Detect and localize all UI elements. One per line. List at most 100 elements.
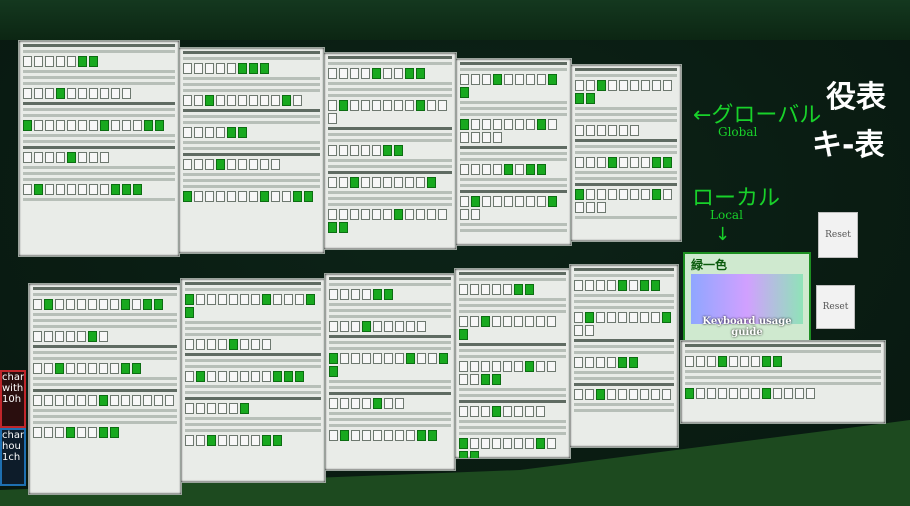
reset-button-bottom[interactable]: Reset bbox=[816, 285, 855, 329]
mahjong-tile-icon bbox=[328, 68, 337, 79]
mahjong-tile-icon bbox=[88, 299, 97, 310]
table-row-line bbox=[460, 107, 567, 110]
mahjong-tile-icon bbox=[471, 196, 480, 207]
mahjong-tile-icon bbox=[575, 157, 584, 168]
mahjong-tile-icon bbox=[585, 312, 594, 323]
mahjong-tile-icon bbox=[619, 189, 628, 200]
table-row-line bbox=[33, 319, 177, 322]
mahjong-tile-icon bbox=[405, 68, 414, 79]
table-row-line bbox=[329, 309, 451, 312]
table-row-line bbox=[183, 115, 320, 118]
mahjong-tile-icon bbox=[351, 321, 360, 332]
mahjong-tile-icon bbox=[548, 74, 557, 85]
mahjong-tile-icon bbox=[55, 395, 64, 406]
mahjong-tile-icon bbox=[630, 80, 639, 91]
mahjong-tile-icon bbox=[78, 184, 87, 195]
mahjong-tile-icon bbox=[482, 132, 491, 143]
mahjong-tile-icon bbox=[55, 427, 64, 438]
mahjong-tile-icon bbox=[329, 398, 338, 409]
table-row-line bbox=[33, 415, 177, 418]
mahjong-tile-icon bbox=[493, 74, 502, 85]
table-row-line bbox=[574, 339, 674, 342]
mahjong-tile-icon bbox=[481, 316, 490, 327]
mahjong-tile-icon bbox=[229, 339, 238, 350]
mahjong-tile-icon bbox=[132, 395, 141, 406]
mahjong-tile-icon bbox=[77, 299, 86, 310]
table-row-line bbox=[575, 145, 677, 148]
table-row-line bbox=[329, 347, 451, 350]
tile-row bbox=[33, 299, 177, 310]
table-row-line bbox=[33, 421, 177, 424]
table-row-line bbox=[459, 426, 566, 429]
mahjong-tile-icon bbox=[574, 357, 583, 368]
table-row-line bbox=[185, 423, 321, 426]
mahjong-tile-icon bbox=[630, 157, 639, 168]
table-row-line bbox=[33, 287, 177, 290]
mahjong-tile-icon bbox=[185, 307, 194, 318]
mahjong-tile-icon bbox=[575, 80, 584, 91]
mahjong-tile-icon bbox=[227, 127, 236, 138]
mahjong-tile-icon bbox=[395, 321, 404, 332]
table-row-line bbox=[183, 147, 320, 150]
mahjong-tile-icon bbox=[471, 209, 480, 220]
table-row-line bbox=[23, 146, 175, 149]
table-row-line bbox=[459, 420, 566, 423]
mahjong-tile-icon bbox=[251, 371, 260, 382]
tile-row bbox=[23, 88, 175, 99]
mahjong-tile-icon bbox=[218, 339, 227, 350]
table-row-line bbox=[459, 278, 566, 281]
tile-row bbox=[329, 289, 451, 300]
tile-row bbox=[575, 80, 677, 104]
mahjong-tile-icon bbox=[504, 119, 513, 130]
global-label-en: Global bbox=[718, 125, 758, 139]
mahjong-tile-icon bbox=[575, 202, 584, 213]
keyboard-usage-guide[interactable]: 緑一色 Keyboard usage guide bbox=[683, 252, 811, 342]
side-tag-blue-line3: 1ch bbox=[2, 452, 21, 463]
mahjong-tile-icon bbox=[66, 427, 75, 438]
side-tag-blue-line2: hou bbox=[2, 441, 21, 452]
tile-row bbox=[23, 56, 175, 67]
yaku-table-global-3 bbox=[323, 52, 457, 250]
mahjong-tile-icon bbox=[194, 159, 203, 170]
table-row-line bbox=[460, 62, 567, 65]
mahjong-tile-icon bbox=[273, 435, 282, 446]
mahjong-tile-icon bbox=[89, 56, 98, 67]
mahjong-tile-icon bbox=[596, 357, 605, 368]
mahjong-tile-icon bbox=[271, 95, 280, 106]
mahjong-tile-icon bbox=[78, 56, 87, 67]
mahjong-tile-icon bbox=[196, 435, 205, 446]
mahjong-tile-icon bbox=[185, 435, 194, 446]
mahjong-tile-icon bbox=[229, 435, 238, 446]
mahjong-tile-icon bbox=[607, 312, 616, 323]
mahjong-tile-icon bbox=[340, 398, 349, 409]
table-row-line bbox=[329, 283, 451, 286]
mahjong-tile-icon bbox=[525, 361, 534, 372]
mahjong-tile-icon bbox=[459, 329, 468, 340]
mahjong-tile-icon bbox=[596, 280, 605, 291]
tile-row bbox=[575, 189, 677, 213]
mahjong-tile-icon bbox=[362, 353, 371, 364]
reset-button-top[interactable]: Reset bbox=[818, 212, 858, 258]
mahjong-tile-icon bbox=[503, 316, 512, 327]
mahjong-tile-icon bbox=[110, 427, 119, 438]
mahjong-tile-icon bbox=[482, 196, 491, 207]
mahjong-tile-icon bbox=[351, 289, 360, 300]
tile-row bbox=[459, 361, 566, 385]
mahjong-tile-icon bbox=[585, 325, 594, 336]
mahjong-tile-icon bbox=[56, 152, 65, 163]
yaku-table-global-1 bbox=[18, 40, 180, 257]
mahjong-tile-icon bbox=[143, 299, 152, 310]
mahjong-tile-icon bbox=[329, 289, 338, 300]
mahjong-tile-icon bbox=[652, 80, 661, 91]
table-row-line bbox=[183, 83, 320, 86]
mahjong-tile-icon bbox=[459, 284, 468, 295]
mahjong-tile-icon bbox=[417, 430, 426, 441]
mahjong-tile-icon bbox=[641, 80, 650, 91]
mahjong-tile-icon bbox=[260, 95, 269, 106]
mahjong-tile-icon bbox=[383, 145, 392, 156]
mahjong-tile-icon bbox=[66, 395, 75, 406]
keyboard-guide-title: 緑一色 bbox=[691, 258, 728, 272]
mahjong-tile-icon bbox=[351, 398, 360, 409]
mahjong-tile-icon bbox=[56, 56, 65, 67]
table-row-line bbox=[460, 152, 567, 155]
